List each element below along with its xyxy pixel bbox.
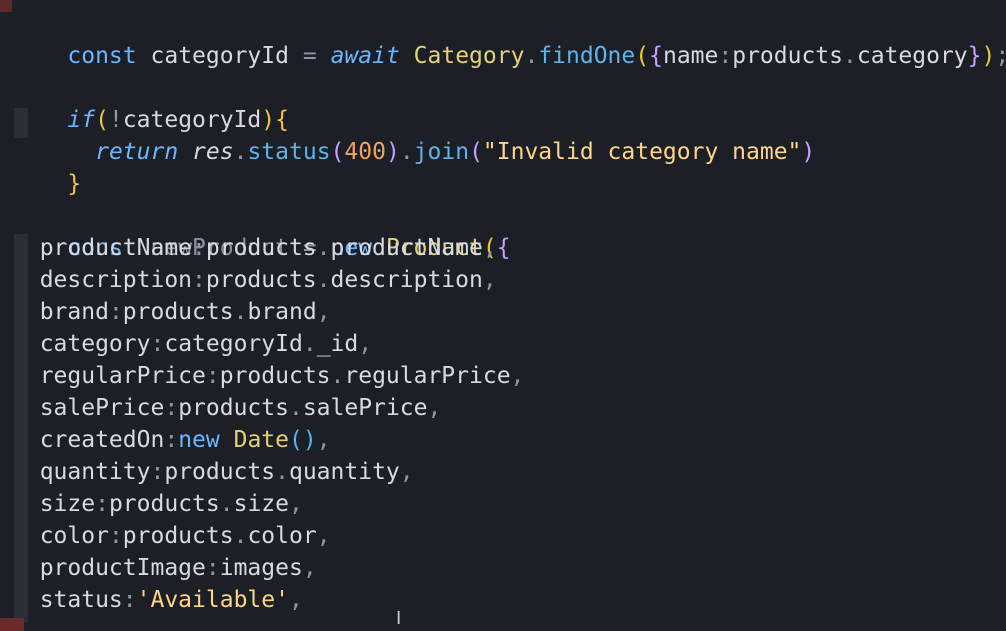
code-line-10[interactable]: brand:products.brand,	[12, 296, 331, 328]
code-line-18[interactable]: productImage:images,	[12, 552, 317, 584]
code-line-12[interactable]: regularPrice:products.regularPrice,	[12, 360, 525, 392]
code-line-11[interactable]: category:categoryId._id,	[12, 328, 372, 360]
gutter-marker-bottom	[0, 618, 24, 631]
code-line-19[interactable]: status:'Available',	[12, 584, 303, 616]
code-line-13[interactable]: salePrice:products.salePrice,	[12, 392, 442, 424]
i-beam-cursor-icon: I	[396, 608, 402, 629]
code-line-17[interactable]: color:products.color,	[12, 520, 331, 552]
code-line-9[interactable]: description:products.description,	[12, 264, 497, 296]
code-line-14[interactable]: createdOn:new Date(),	[12, 424, 331, 456]
gutter-marker-top	[0, 0, 12, 12]
code-line-3[interactable]: if(!categoryId){	[12, 72, 289, 133]
code-line-16[interactable]: size:products.size,	[12, 488, 303, 520]
code-line-5[interactable]: }	[12, 136, 81, 197]
code-line-15[interactable]: quantity:products.quantity,	[12, 456, 414, 488]
code-editor[interactable]: const categoryId = await Category.findOn…	[0, 0, 1006, 631]
code-line-4[interactable]: return res.status(400).join("Invalid cat…	[12, 104, 815, 165]
code-line-1[interactable]: const categoryId = await Category.findOn…	[12, 8, 1006, 69]
code-line-8[interactable]: productName:products.productName,	[12, 232, 497, 264]
code-line-7[interactable]: const newProduct = new Product({	[12, 200, 510, 261]
